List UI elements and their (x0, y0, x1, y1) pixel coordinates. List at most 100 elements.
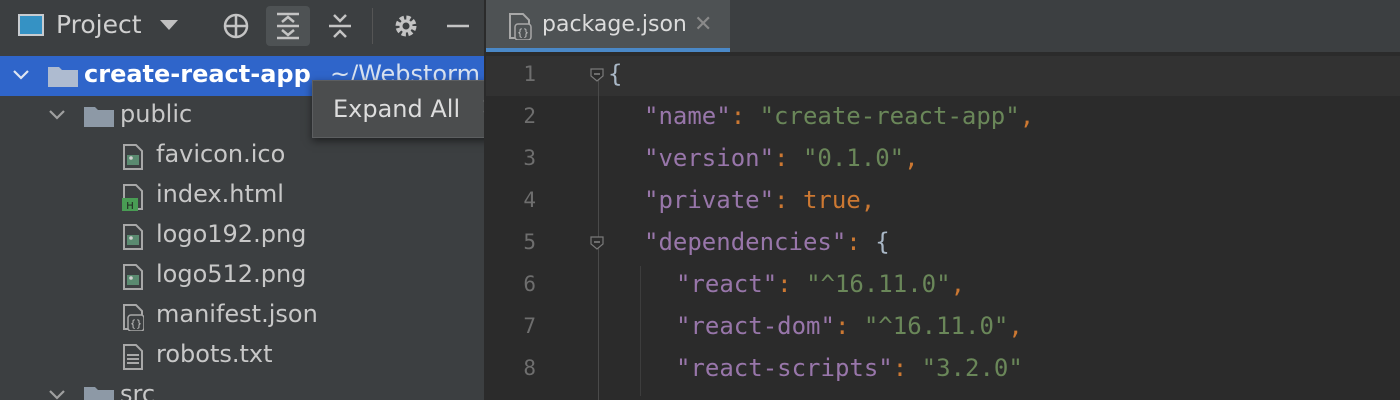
editor-tab-package-json[interactable]: {} package.json ✕ (486, 0, 730, 52)
json-colon: : (774, 144, 803, 172)
current-line-highlight (486, 56, 1400, 96)
json-colon: : (730, 102, 760, 130)
tree-file-label: manifest.json (156, 300, 318, 328)
json-comma: , (1019, 102, 1035, 130)
line-number: 8 (523, 356, 536, 380)
tree-folder-label: public (120, 100, 193, 128)
tree-file-label: robots.txt (156, 340, 273, 368)
locate-file-button[interactable] (214, 6, 258, 46)
svg-text:{}: {} (130, 319, 142, 330)
toolbar-separator (372, 8, 373, 44)
chevron-down-icon[interactable] (160, 20, 178, 30)
json-string: "^16.11.0" (863, 312, 1009, 340)
json-key: "react" (676, 270, 778, 298)
folder-icon (84, 387, 114, 400)
tree-folder-label: src (120, 380, 156, 400)
chevron-down-icon[interactable] (48, 388, 66, 400)
expand-all-button[interactable] (266, 6, 310, 46)
folder-icon (84, 107, 114, 127)
hide-panel-button[interactable] (436, 6, 480, 46)
project-view-icon (18, 14, 44, 36)
svg-text:{}: {} (517, 28, 529, 39)
json-colon: : (846, 228, 876, 256)
json-string: "^16.11.0" (806, 270, 951, 298)
gear-icon (395, 15, 417, 37)
line-number: 4 (523, 188, 536, 212)
fold-marker-icon[interactable] (590, 68, 604, 82)
json-key: "dependencies" (644, 228, 847, 256)
tooltip-text: Expand All (333, 95, 461, 123)
editor-panel: {} package.json ✕ 1 2 3 4 5 6 7 8 {"nam… (486, 0, 1400, 400)
tree-file-row[interactable]: {} manifest.json (0, 296, 484, 336)
line-number: 7 (523, 314, 536, 338)
indent-guide (640, 266, 641, 396)
tree-file-row[interactable]: H index.html (0, 176, 484, 216)
line-number: 5 (523, 230, 536, 254)
tree-root-label: create-react-app (84, 60, 311, 88)
project-view-title[interactable]: Project (56, 10, 142, 39)
collapse-all-button[interactable] (318, 6, 362, 46)
image-file-icon (123, 264, 143, 290)
expand-all-icon (277, 12, 299, 40)
json-keyword: true (802, 186, 861, 214)
tree-file-row[interactable]: logo192.png (0, 216, 484, 256)
json-key: "react-dom" (676, 312, 835, 340)
html-file-icon: H (122, 184, 143, 211)
tree-folder-row[interactable]: src (0, 376, 484, 400)
folder-icon (48, 67, 78, 87)
json-string: "0.1.0" (802, 144, 905, 172)
json-colon: : (777, 270, 807, 298)
code-line: "private": true, (644, 186, 875, 214)
tree-file-row[interactable]: logo512.png (0, 256, 484, 296)
settings-button[interactable] (384, 6, 428, 46)
svg-text:H: H (126, 201, 134, 211)
image-file-icon (123, 224, 143, 250)
tree-file-label: index.html (156, 180, 284, 208)
editor-tab-bar: {} package.json ✕ (486, 0, 1400, 52)
line-number: 3 (523, 146, 536, 170)
fold-rail (598, 70, 599, 400)
code-editor[interactable]: 1 2 3 4 5 6 7 8 { "name": "create-react-… (486, 52, 1400, 400)
tree-file-row[interactable]: favicon.ico (0, 136, 484, 176)
tab-label: package.json (542, 12, 687, 37)
code-line: "react-scripts": "3.2.0" (676, 354, 1023, 382)
line-number: 2 (523, 104, 536, 128)
project-toolbar: Project (0, 0, 484, 52)
chevron-down-icon[interactable] (12, 68, 30, 82)
tree-file-label: logo192.png (156, 220, 307, 248)
tree-file-label: logo512.png (156, 260, 307, 288)
json-comma: , (1008, 312, 1023, 340)
close-icon[interactable]: ✕ (694, 12, 712, 37)
code-brace: { (608, 60, 623, 88)
minus-icon (447, 24, 469, 28)
image-file-icon (123, 144, 143, 170)
code-line: "version": "0.1.0", (644, 144, 919, 172)
json-key: "version" (644, 144, 775, 172)
project-panel: Project create-react-app ~/Webstorm publ… (0, 0, 484, 400)
fold-marker-icon[interactable] (590, 236, 604, 250)
tree-file-label: favicon.ico (156, 140, 286, 168)
json-file-icon: {} (509, 13, 532, 40)
code-line: "react-dom": "^16.11.0", (676, 312, 1023, 340)
json-comma: , (904, 144, 919, 172)
json-string: "3.2.0" (921, 354, 1023, 382)
code-line: { (608, 60, 622, 88)
json-comma: , (950, 270, 966, 298)
tree-file-row[interactable]: robots.txt (0, 336, 484, 376)
crosshair-icon (223, 13, 249, 39)
json-string: "create-react-app" (759, 102, 1020, 130)
json-colon: : (892, 354, 922, 382)
text-file-icon (123, 344, 143, 370)
line-number: 1 (523, 62, 536, 86)
chevron-down-icon[interactable] (48, 108, 66, 122)
expand-all-tooltip: Expand All ⌘+ (312, 80, 484, 138)
code-line: "react": "^16.11.0", (676, 270, 965, 298)
json-key: "private" (644, 186, 775, 214)
json-colon: : (774, 186, 803, 214)
json-file-icon: {} (123, 304, 144, 331)
code-line: "name": "create-react-app", (644, 102, 1034, 130)
json-key: "react-scripts" (676, 354, 893, 382)
json-key: "name" (644, 102, 731, 130)
line-number: 6 (523, 272, 536, 296)
collapse-all-icon (329, 14, 351, 38)
